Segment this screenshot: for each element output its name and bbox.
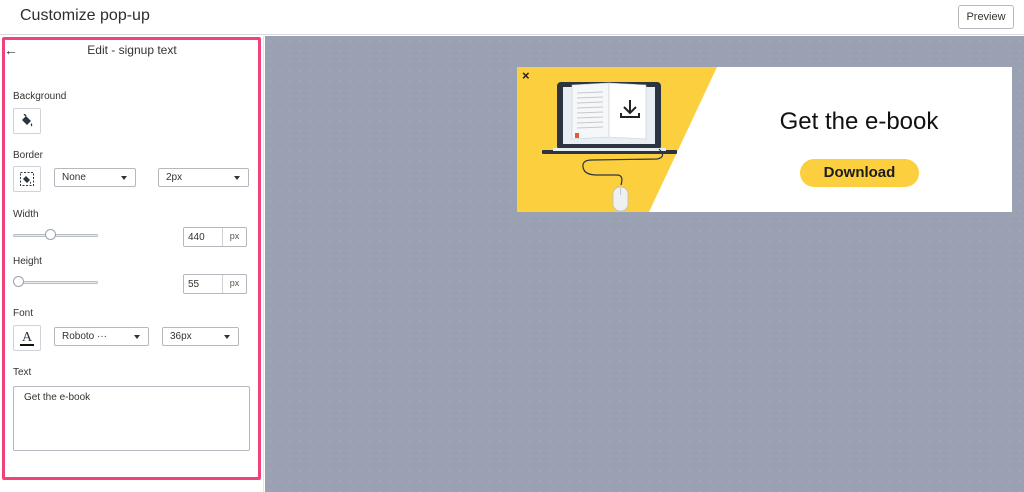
paint-bucket-icon <box>22 114 33 127</box>
close-icon[interactable]: × <box>522 68 530 83</box>
laptop-book-illustration <box>517 67 717 212</box>
border-width-select[interactable]: 2px <box>158 168 249 187</box>
signup-text-input[interactable]: Get the e-book <box>13 386 250 451</box>
top-bar: Customize pop-up Preview <box>0 0 1024 35</box>
font-family-value: Roboto ··· <box>62 331 108 342</box>
height-value: 55 <box>188 279 200 290</box>
background-color-button[interactable] <box>13 108 41 134</box>
text-label: Text <box>13 367 32 378</box>
page-title: Customize pop-up <box>20 7 150 24</box>
height-input[interactable]: 55 px <box>183 274 247 294</box>
border-style-value: None <box>62 172 86 183</box>
height-unit: px <box>222 275 246 293</box>
border-width-value: 2px <box>166 172 183 183</box>
font-size-select[interactable]: 36px <box>162 327 239 346</box>
slider-thumb[interactable] <box>13 276 24 287</box>
chevron-down-icon <box>224 335 230 339</box>
border-color-button[interactable] <box>13 166 41 192</box>
font-color-button[interactable]: A <box>13 325 41 351</box>
chevron-down-icon <box>134 335 140 339</box>
popup-preview[interactable]: × Get the e-book Download <box>517 67 1012 212</box>
panel-header: ← Edit - signup text <box>0 42 264 60</box>
border-fill-icon <box>20 172 34 186</box>
width-unit: px <box>222 228 246 246</box>
height-label: Height <box>13 256 42 267</box>
width-value: 440 <box>188 232 205 243</box>
svg-text:A: A <box>22 330 33 345</box>
slider-thumb[interactable] <box>45 229 56 240</box>
preview-button[interactable]: Preview <box>958 5 1014 29</box>
width-slider[interactable] <box>13 228 98 242</box>
panel-title: Edit - signup text <box>87 43 177 57</box>
popup-heading[interactable]: Get the e-book <box>769 108 949 136</box>
chevron-down-icon <box>121 176 127 180</box>
slider-track <box>13 281 98 284</box>
border-label: Border <box>13 150 44 161</box>
font-label: Font <box>13 308 34 319</box>
preview-canvas: × Get the e-book Download <box>265 36 1024 492</box>
mouse-icon <box>612 186 629 212</box>
height-slider[interactable] <box>13 275 98 289</box>
chevron-down-icon <box>234 176 240 180</box>
width-input[interactable]: 440 px <box>183 227 247 247</box>
edit-panel: ← Edit - signup text Background Border N… <box>0 36 264 492</box>
download-button[interactable]: Download <box>800 159 919 187</box>
border-style-select[interactable]: None <box>54 168 136 187</box>
width-label: Width <box>13 209 39 220</box>
background-label: Background <box>13 91 67 102</box>
font-size-value: 36px <box>170 331 192 342</box>
font-family-select[interactable]: Roboto ··· <box>54 327 149 346</box>
font-color-icon: A <box>20 330 34 346</box>
